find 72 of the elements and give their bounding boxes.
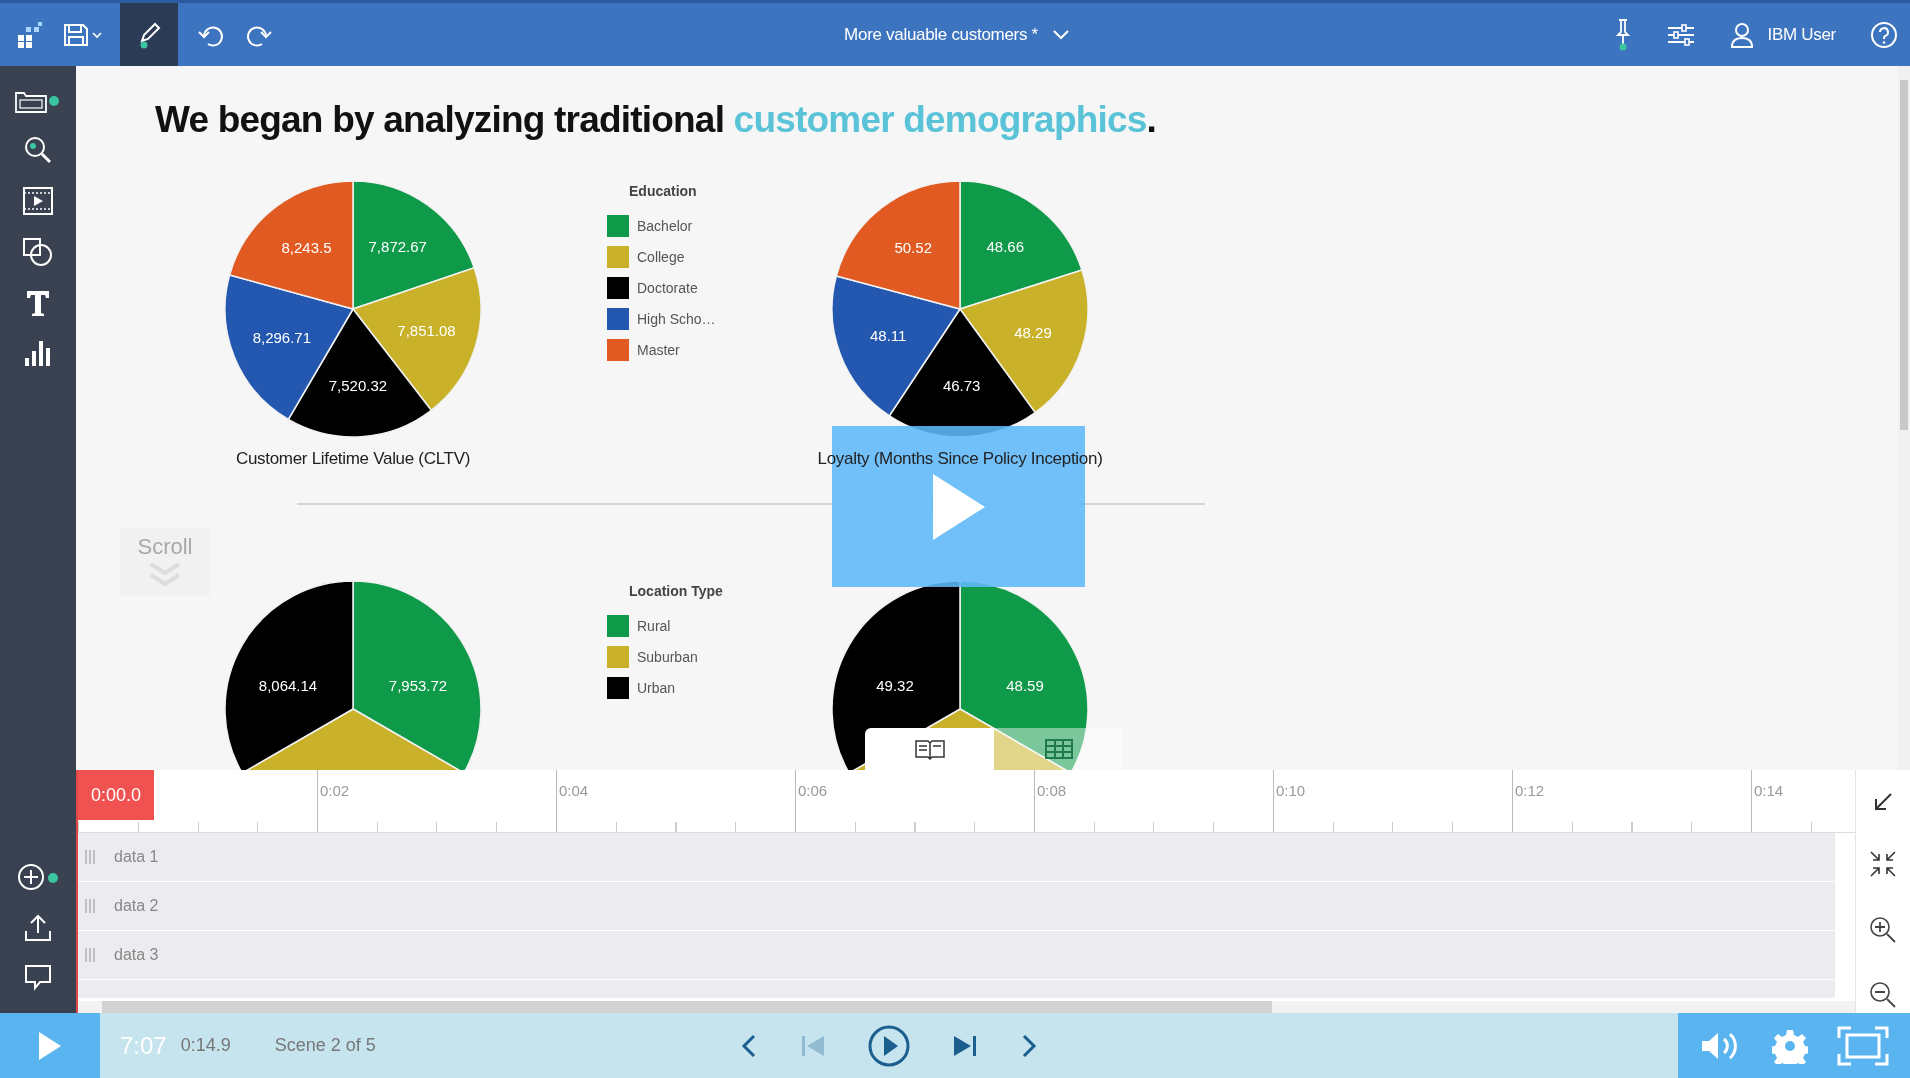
slice-label: 46.73 [942,376,981,394]
timeline-track[interactable] [78,980,1835,999]
legend-label: High Scho… [637,311,716,328]
help-icon[interactable] [1870,20,1898,49]
timeline-track[interactable]: data 2 [78,882,1835,931]
chevron-down-icon[interactable] [1051,28,1070,41]
scroll-hint: Scroll [137,534,193,560]
slide-heading: We began by analyzing traditional customer demographics. [155,100,1158,141]
vertical-scrollbar[interactable] [1898,66,1910,770]
slice-label: 8,243.5 [281,238,332,256]
legend-label: Rural [637,618,671,635]
playhead[interactable]: 0:00.0 [78,770,154,820]
add-icon[interactable] [16,861,60,893]
slice-label: 48.66 [986,237,1025,255]
zoom-out-icon[interactable] [1868,980,1898,1010]
drag-handle-icon[interactable] [84,947,96,963]
text-icon[interactable] [24,288,52,318]
document-title[interactable]: More valuable customers * [844,24,1038,45]
slice-label: 48.29 [1014,323,1052,341]
slice-label: 8,064.14 [258,676,318,694]
slice-label: 7,851.08 [397,321,456,339]
slice-label: 48.11 [870,326,907,344]
pin-icon[interactable] [1613,17,1632,52]
time-tick: 0:14 [1754,782,1784,799]
slice-label: 7,953.72 [388,676,448,694]
duration-time: 0:14.9 [180,1035,231,1056]
timeline-ruler[interactable]: 0:00.0 0:02 0:04 0:06 0:08 0:10 0:12 0:14 [78,770,1855,833]
upload-icon[interactable] [23,913,53,943]
time-tick: 0:02 [320,782,350,799]
comment-icon[interactable] [23,963,53,991]
grid-icon[interactable] [1043,738,1074,760]
time-tick: 0:12 [1515,782,1545,799]
search-icon[interactable] [22,134,54,166]
edit-button[interactable] [120,3,178,66]
slice-label: 50.52 [894,238,932,256]
legend-label: Doctorate [637,280,698,297]
elapsed-time: 7:07 [120,1031,167,1060]
timeline-track[interactable]: data 3 [78,931,1835,980]
chart-title: Customer Lifetime Value (CLTV) [235,448,471,469]
time-tick: 0:06 [798,782,828,799]
legend-label: Master [637,342,680,359]
legend-label: Urban [637,680,676,697]
drag-handle-icon[interactable] [84,898,96,914]
bar-chart-icon[interactable] [23,338,53,368]
scene-counter: Scene 2 of 5 [274,1035,376,1056]
zoom-in-icon[interactable] [1868,914,1898,945]
user-name[interactable]: IBM User [1767,24,1836,45]
legend-label: Suburban [637,649,698,666]
grid-view-tab[interactable] [994,728,1123,770]
slice-label: 49.32 [876,676,914,694]
slice-label: 7,520.32 [328,376,388,394]
app-logo-icon[interactable] [16,20,44,49]
user-icon[interactable] [1729,20,1754,49]
slice-label: 8,296.71 [252,328,312,346]
legend-title: Location Type [628,582,724,599]
legend-label: College [637,249,685,266]
legend-label: Bachelor [637,218,693,235]
time-tick: 0:10 [1276,782,1306,799]
sliders-icon[interactable] [1665,22,1696,47]
time-tick: 0:04 [559,782,589,799]
story-view-tab[interactable] [865,728,994,770]
play-circle-icon[interactable] [867,1023,911,1068]
slice-label: 48.59 [1006,676,1044,694]
timeline-track[interactable]: data 1 [78,833,1835,882]
shapes-icon[interactable] [22,236,54,268]
video-icon[interactable] [22,186,54,216]
drag-handle-icon[interactable] [84,849,96,865]
slice-label: 7,872.67 [368,237,427,255]
save-icon[interactable] [62,21,102,48]
time-tick: 0:08 [1037,782,1067,799]
legend-title: Education [628,182,698,199]
book-icon[interactable] [913,738,946,760]
